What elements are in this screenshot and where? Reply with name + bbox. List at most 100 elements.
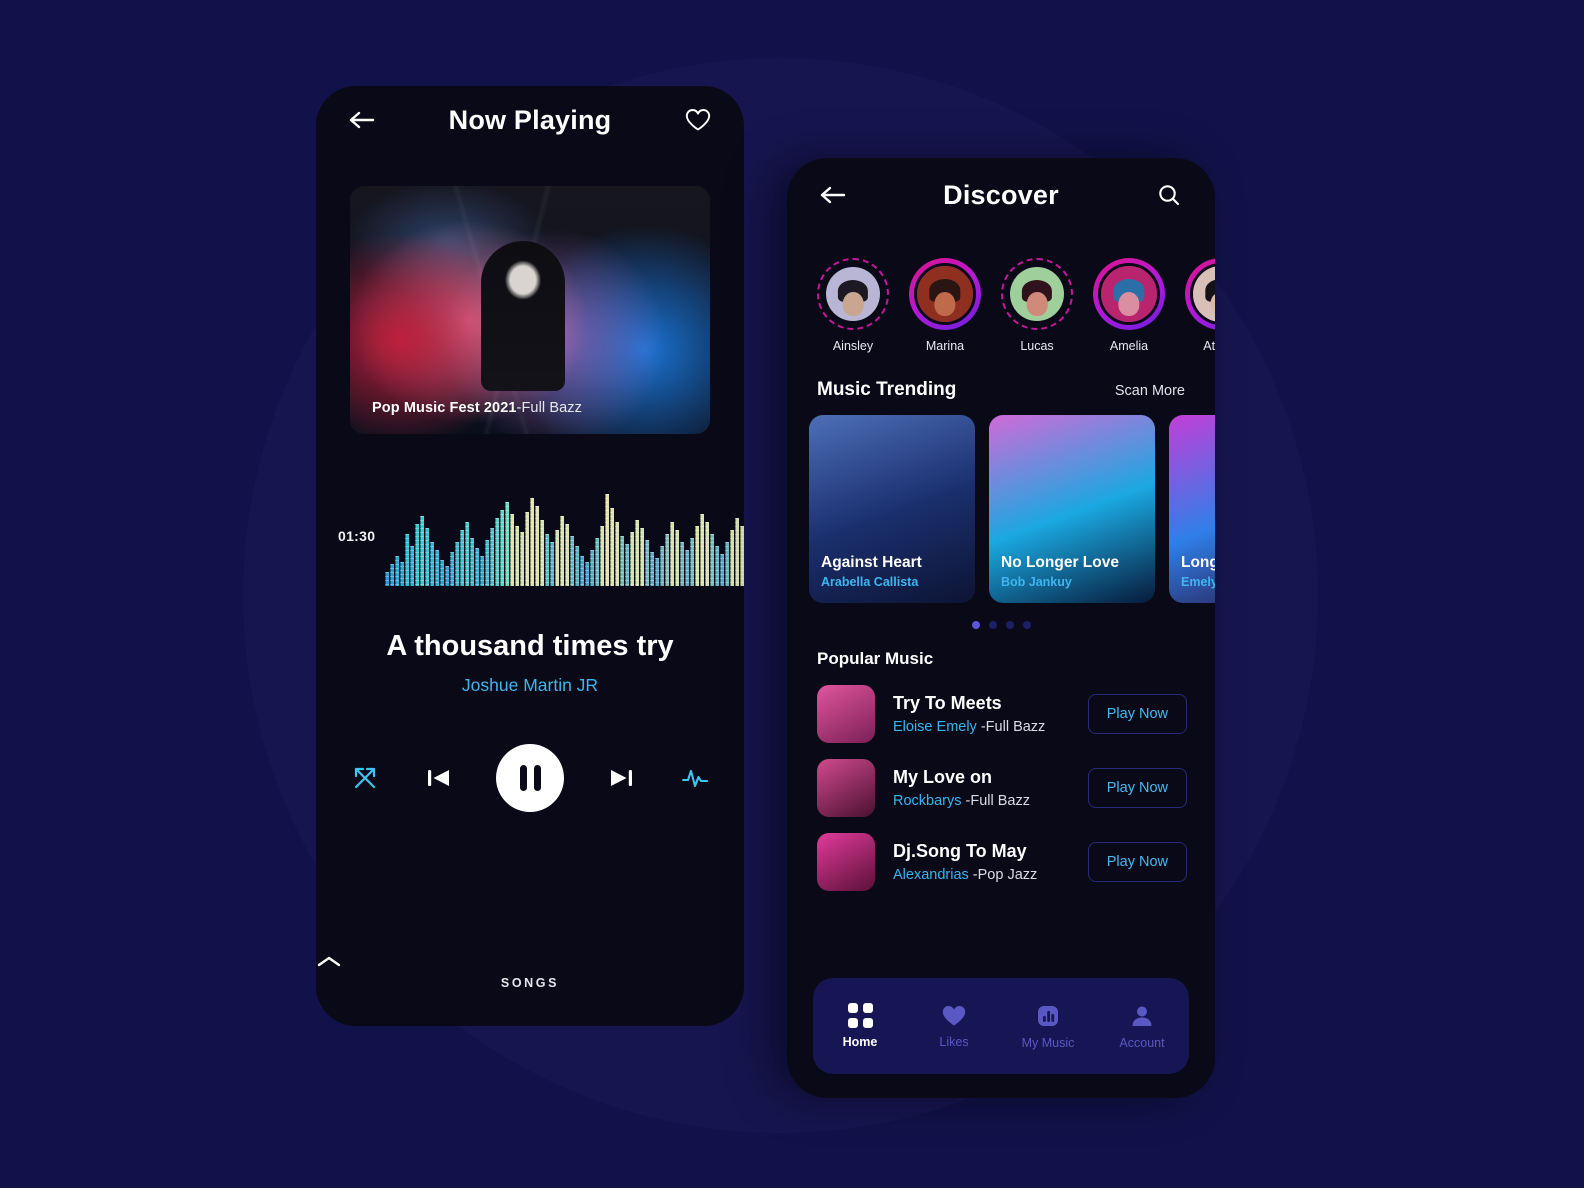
story-item[interactable]: Lucas	[1001, 258, 1073, 353]
story-ring	[909, 258, 981, 330]
trending-card[interactable]: No Longer Love Bob Jankuy	[989, 415, 1155, 603]
waveform-bar	[630, 532, 635, 586]
waveform[interactable]	[385, 486, 744, 586]
song-thumbnail	[817, 685, 875, 743]
waveform-bar	[445, 566, 450, 586]
avatar-face	[842, 291, 864, 316]
waveform-bar	[470, 538, 475, 586]
popular-music-list: Try To Meets Eloise Emely -Full Bazz Play …	[787, 669, 1215, 891]
next-button[interactable]	[598, 755, 644, 801]
waveform-bar	[400, 562, 405, 586]
waveform-bar	[525, 512, 530, 586]
waveform-bar	[550, 542, 555, 586]
nav-item-label: My Music	[1021, 1035, 1075, 1050]
waveform-bar	[615, 522, 620, 586]
waveform-bar	[460, 530, 465, 586]
trending-card[interactable]: Long Emely	[1169, 415, 1215, 603]
nav-item-home[interactable]: Home	[818, 1003, 902, 1049]
nav-item-account[interactable]: Account	[1100, 1003, 1184, 1050]
story-item[interactable]: Athina	[1185, 258, 1215, 353]
waveform-bar	[450, 552, 455, 586]
waveform-bar	[510, 514, 515, 586]
trending-card-artist: Arabella Callista	[821, 575, 919, 589]
song-title: My Love on	[893, 767, 993, 787]
trending-card-caption: No Longer Love Bob Jankuy	[1001, 554, 1119, 589]
waveform-bar	[740, 526, 744, 586]
screenshot-canvas: Now Playing Pop Music Fest 2021-Full Baz…	[0, 0, 1584, 1188]
story-item[interactable]: Ainsley	[817, 258, 889, 353]
discover-screen: Discover AinsleyMarinaLucasAmeliaAthina …	[787, 158, 1215, 1098]
waveform-bar	[410, 546, 415, 586]
progress-waveform-row: 01:30 05:29	[316, 486, 744, 586]
waveform-bar	[735, 518, 740, 586]
story-item[interactable]: Amelia	[1093, 258, 1165, 353]
waveform-bar	[645, 540, 650, 586]
avatar	[1007, 264, 1067, 324]
previous-button[interactable]	[416, 755, 462, 801]
waveform-bar	[665, 534, 670, 586]
song-row[interactable]: Try To Meets Eloise Emely -Full Bazz Play …	[787, 669, 1215, 743]
song-artist: Eloise Emely -Full Bazz	[893, 719, 1046, 735]
song-row[interactable]: Dj.Song To May Alexandrias -Pop Jazz Play …	[787, 817, 1215, 891]
album-artwork[interactable]: Pop Music Fest 2021-Full Bazz	[350, 186, 710, 434]
waveform-bar	[675, 530, 680, 586]
music-chart-icon	[1038, 1005, 1058, 1026]
waveform-bar	[650, 552, 655, 586]
play-now-button[interactable]: Play Now	[1087, 768, 1187, 808]
waveform-bar	[465, 522, 470, 586]
waveform-bar	[690, 538, 695, 586]
waveform-bar	[660, 546, 665, 586]
story-name: Athina	[1203, 339, 1215, 353]
discover-back-button[interactable]	[813, 175, 853, 215]
shuffle-button[interactable]	[342, 755, 388, 801]
nav-item-my-music[interactable]: My Music	[1006, 1003, 1090, 1050]
waveform-bar	[395, 556, 400, 586]
trending-card-title: Against Heart	[821, 554, 922, 571]
waveform-bar	[695, 526, 700, 586]
nav-item-likes[interactable]: Likes	[912, 1004, 996, 1049]
pulse-equalizer-icon	[681, 769, 709, 788]
waveform-bar	[545, 534, 550, 586]
song-meta: Dj.Song To May Alexandrias -Pop Jazz	[893, 841, 1070, 883]
waveform-bar	[390, 564, 395, 586]
pagination-dot[interactable]	[971, 621, 980, 629]
story-name: Amelia	[1109, 339, 1149, 353]
waveform-bar	[705, 522, 710, 586]
track-title: A thousand times try	[386, 630, 674, 662]
nav-item-label: Account	[1119, 1035, 1165, 1050]
back-button[interactable]	[342, 100, 382, 140]
waveform-bar	[680, 542, 685, 586]
arrow-left-icon	[349, 111, 375, 129]
story-ring	[1185, 258, 1215, 330]
favorite-button[interactable]	[678, 100, 718, 140]
scan-more-link[interactable]: Scan More	[1115, 383, 1185, 399]
song-row[interactable]: My Love on Rockbarys -Full Bazz Play Now	[787, 743, 1215, 817]
playback-controls	[316, 744, 744, 812]
trending-card[interactable]: Against Heart Arabella Callista	[809, 415, 975, 603]
story-ring	[1093, 258, 1165, 330]
trending-carousel[interactable]: Against Heart Arabella Callista No Longer …	[787, 401, 1215, 603]
trending-card-title: Long	[1181, 554, 1215, 571]
carousel-pagination[interactable]	[787, 603, 1215, 629]
songs-drawer-handle[interactable]: SONGS	[316, 955, 744, 990]
song-artist: Alexandrias -Pop Jazz	[893, 867, 1038, 883]
waveform-bar	[590, 550, 595, 586]
waveform-bar	[640, 528, 645, 586]
pagination-dot[interactable]	[1005, 621, 1014, 629]
person-icon	[1132, 1006, 1152, 1026]
pagination-dot[interactable]	[1022, 621, 1031, 629]
search-button[interactable]	[1149, 175, 1189, 215]
play-now-button[interactable]: Play Now	[1087, 694, 1187, 734]
pagination-dot[interactable]	[988, 621, 997, 629]
play-now-button[interactable]: Play Now	[1087, 842, 1187, 882]
play-pause-button[interactable]	[496, 744, 564, 812]
story-item[interactable]: Marina	[909, 258, 981, 353]
stories-row[interactable]: Ainsley Marina Lucas Amelia Athina	[787, 232, 1215, 353]
songs-label: SONGS	[500, 976, 560, 990]
elapsed-time: 01:30	[338, 528, 376, 544]
story-name: Marina	[925, 339, 965, 353]
song-thumbnail	[817, 759, 875, 817]
waveform-bar	[500, 510, 505, 586]
equalizer-button[interactable]	[672, 755, 718, 801]
avatar	[914, 263, 976, 325]
